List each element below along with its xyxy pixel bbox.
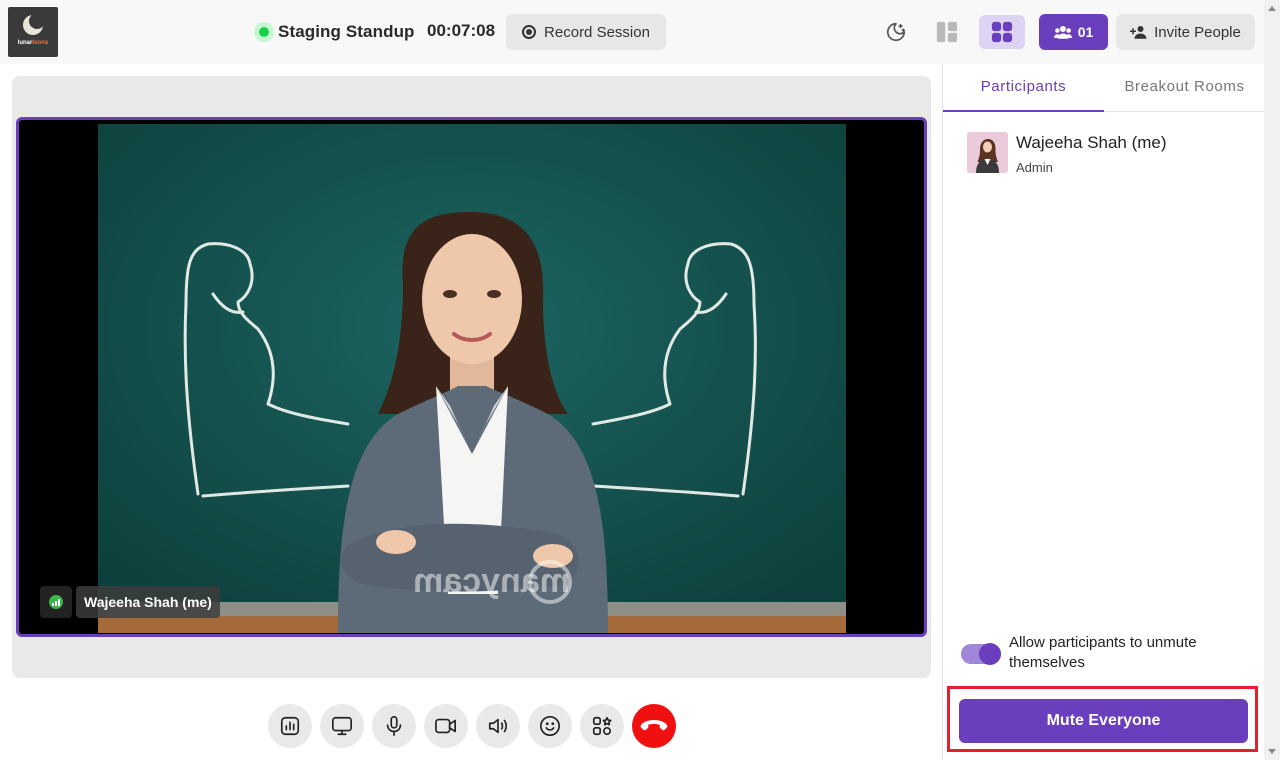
theme-toggle-button[interactable] [873,15,919,49]
record-icon [522,25,537,39]
speaker-button[interactable] [476,704,520,748]
apps-button[interactable] [580,704,624,748]
end-call-button[interactable] [632,704,676,748]
allow-unmute-setting: Allow participants to unmute themselves [961,633,1251,673]
mute-everyone-button[interactable]: Mute Everyone [959,699,1248,743]
sidebar-layout-button[interactable] [924,15,970,49]
record-session-button[interactable]: Record Session [506,14,666,50]
monitor-icon [332,716,352,736]
session-timer: 00:07:08 [427,21,496,40]
watermark-text: manycam [413,562,570,600]
stats-button[interactable] [268,704,312,748]
participant-count: 01 [1077,24,1094,40]
participants-panel: Participants Breakout Rooms Wajeeha Shah… [942,64,1265,760]
app-logo: lunarloons [8,7,58,57]
grid-layout-button[interactable] [979,15,1025,49]
scroll-up-arrow-icon[interactable] [1268,6,1276,11]
camera-image: manycam [98,124,846,633]
allow-unmute-label: Allow participants to unmute themselves [1009,634,1197,671]
bar-chart-icon [280,716,300,736]
top-bar: lunarloons Staging Standup 00:07:08 Reco… [0,0,1280,64]
video-participant-name: Wajeeha Shah (me) [76,586,220,618]
users-icon [1053,26,1072,39]
hang-up-icon [640,720,668,731]
network-quality-badge [40,586,72,618]
camera-button[interactable] [424,704,468,748]
signal-strength-icon [49,595,63,609]
avatar [967,132,1008,173]
live-indicator-icon [254,22,274,42]
video-tile[interactable]: manycam Wajeeha Shah (me) [16,117,927,637]
session-info: Staging Standup [254,20,415,44]
video-feed: manycam [98,124,846,633]
smiley-icon [540,716,560,736]
microphone-icon [386,716,402,736]
invite-people-button[interactable]: Invite People [1116,14,1255,50]
participant-list-item[interactable]: Wajeeha Shah (me) Admin [967,132,1167,175]
session-title: Staging Standup [278,22,415,41]
video-camera-icon [435,718,456,734]
logo-wordmark: lunarloons [17,40,49,46]
allow-unmute-toggle[interactable] [961,643,1001,665]
screen-share-button[interactable] [320,704,364,748]
reactions-button[interactable] [528,704,572,748]
speaker-icon [488,718,507,734]
avatar-image [967,132,1008,173]
microphone-button[interactable] [372,704,416,748]
invite-people-label: Invite People [1154,23,1241,41]
add-user-icon [1130,26,1147,39]
layout-grid-icon [991,21,1013,43]
page-scrollbar[interactable] [1264,0,1280,760]
layout-sidebar-icon [936,21,958,43]
participant-name: Wajeeha Shah (me) [1016,133,1167,152]
moon-stars-icon [886,22,906,42]
participants-count-button[interactable]: 01 [1039,14,1108,50]
call-controls [268,704,676,748]
apps-shapes-icon [592,716,612,736]
moon-logo-icon [23,13,45,35]
tab-breakout-rooms[interactable]: Breakout Rooms [1104,64,1265,112]
panel-tabs: Participants Breakout Rooms [943,64,1265,112]
video-name-tag: Wajeeha Shah (me) [40,586,220,618]
tab-participants[interactable]: Participants [943,64,1104,112]
record-session-label: Record Session [544,23,650,41]
scroll-down-arrow-icon[interactable] [1268,749,1276,754]
participant-role: Admin [1016,160,1053,175]
